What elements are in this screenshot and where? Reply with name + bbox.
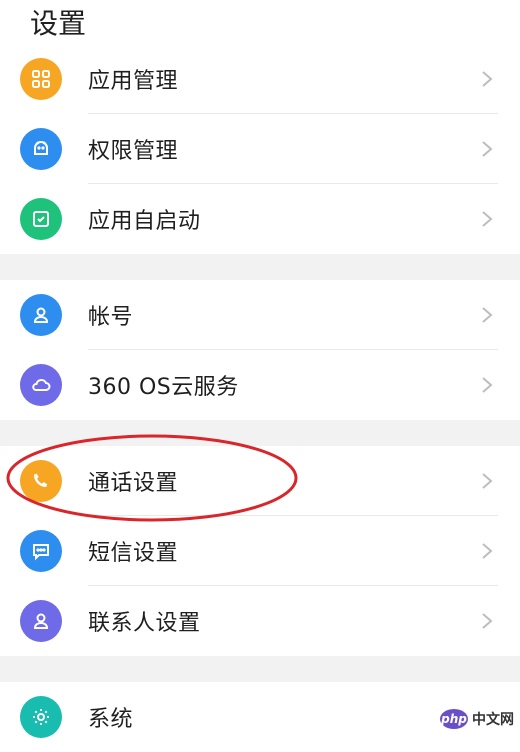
settings-group-account: 帐号 360 OS云服务	[0, 280, 520, 420]
settings-group-apps: 应用管理 权限管理 应用自启动	[0, 44, 520, 254]
settings-item-label: 通话设置	[88, 471, 179, 496]
settings-item-auto-start[interactable]: 应用自启动	[0, 184, 520, 254]
watermark-badge: php	[440, 709, 468, 729]
settings-item-account[interactable]: 帐号	[0, 280, 520, 350]
checkbox-icon	[20, 198, 62, 240]
phone-icon	[20, 460, 62, 502]
chevron-right-icon	[482, 473, 493, 489]
page-title: 设置	[30, 7, 87, 40]
settings-item-permission-management[interactable]: 权限管理	[0, 114, 520, 184]
settings-item-contacts-settings[interactable]: 联系人设置	[0, 586, 520, 656]
grid-icon	[20, 58, 62, 100]
settings-item-call-settings[interactable]: 通话设置	[0, 446, 520, 516]
settings-item-app-management[interactable]: 应用管理	[0, 44, 520, 114]
settings-item-label: 系统	[88, 707, 134, 732]
chevron-right-icon	[482, 141, 493, 157]
android-icon	[20, 128, 62, 170]
watermark-text: 中文网	[472, 712, 514, 728]
chevron-right-icon	[482, 307, 493, 323]
gear-icon	[20, 696, 62, 738]
chevron-right-icon	[482, 377, 493, 393]
settings-item-label: 联系人设置	[88, 611, 201, 636]
person-icon	[20, 294, 62, 336]
watermark-logo: php 中文网	[440, 709, 514, 729]
settings-item-label: 应用管理	[88, 69, 179, 94]
chevron-right-icon	[482, 71, 493, 87]
settings-item-sms-settings[interactable]: 短信设置	[0, 516, 520, 586]
settings-group-communication: 通话设置 短信设置 联系人设置	[0, 446, 520, 656]
settings-item-label: 应用自启动	[88, 209, 201, 234]
chevron-right-icon	[482, 211, 493, 227]
settings-item-label: 帐号	[88, 305, 134, 330]
settings-item-label: 短信设置	[88, 541, 179, 566]
contact-icon	[20, 600, 62, 642]
cloud-icon	[20, 364, 62, 406]
message-icon	[20, 530, 62, 572]
settings-item-label: 权限管理	[88, 139, 179, 164]
settings-item-label: 360 OS云服务	[88, 375, 239, 400]
settings-item-cloud-service[interactable]: 360 OS云服务	[0, 350, 520, 420]
chevron-right-icon	[482, 543, 493, 559]
chevron-right-icon	[482, 613, 493, 629]
